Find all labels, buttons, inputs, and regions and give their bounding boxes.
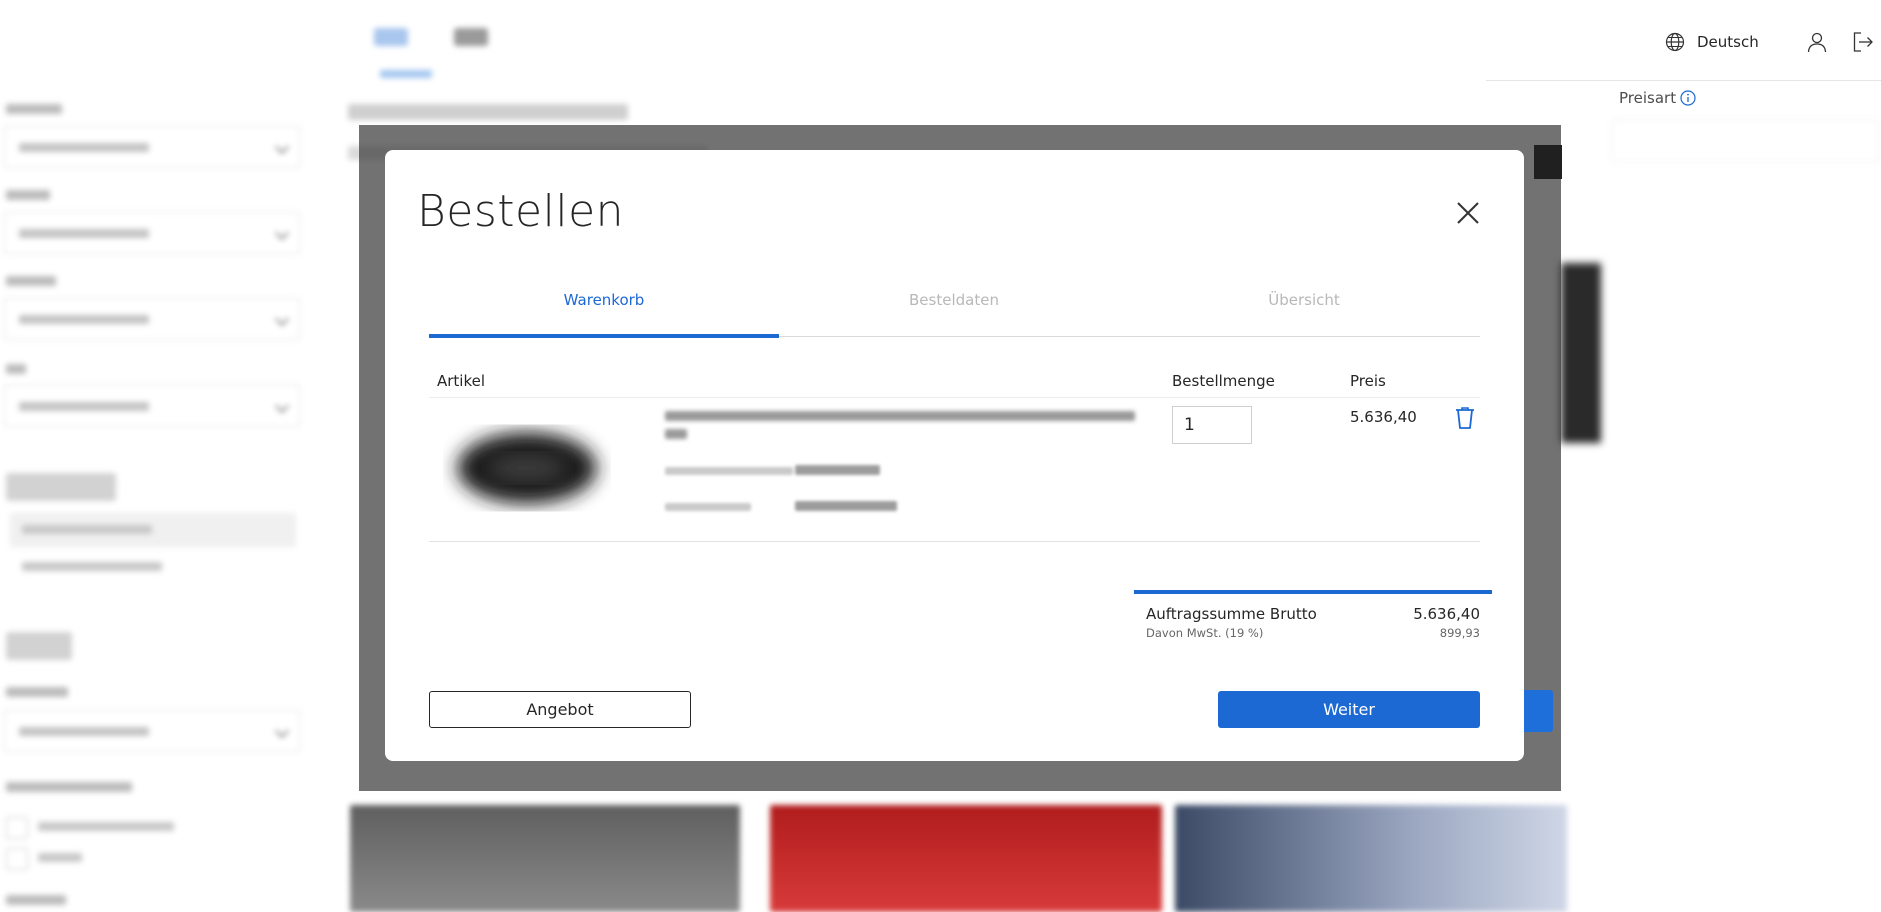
logout-icon[interactable] (1852, 31, 1874, 53)
step-cart[interactable]: Warenkorb (429, 291, 779, 309)
top-tab-2[interactable] (454, 28, 488, 46)
top-tab-indicator (380, 70, 432, 78)
filter-checkbox[interactable] (6, 848, 28, 870)
checkbox-label (38, 822, 174, 831)
offer-button[interactable]: Angebot (429, 691, 691, 728)
column-header-article: Artikel (437, 372, 486, 390)
step-overview[interactable]: Übersicht (1129, 291, 1479, 309)
availability-value (795, 501, 897, 511)
filter-label (6, 687, 68, 697)
top-navigation (0, 0, 1881, 78)
sidebar-item[interactable] (22, 562, 162, 571)
user-icon[interactable] (1806, 31, 1828, 53)
close-icon[interactable] (1451, 196, 1485, 230)
checkbox-label (38, 853, 82, 862)
filter-select[interactable] (4, 298, 300, 340)
step-order-data[interactable]: Besteldaten (779, 291, 1129, 309)
globe-icon (1665, 32, 1685, 52)
filter-checkbox[interactable] (6, 817, 28, 839)
header-divider (1486, 80, 1881, 81)
sidebar-item[interactable] (22, 525, 152, 534)
availability-label (665, 503, 751, 511)
price-type: Preisart (1619, 89, 1696, 107)
summary-accent-bar (1134, 590, 1492, 594)
filter-label (6, 190, 50, 200)
next-button[interactable]: Weiter (1218, 691, 1480, 728)
stepper-active-indicator (429, 334, 779, 338)
language-selector[interactable]: Deutsch (1665, 32, 1759, 52)
column-header-price: Preis (1350, 372, 1386, 390)
background-blue-button (1521, 690, 1553, 732)
vat-value: 899,93 (1439, 626, 1480, 640)
background-dark-panel (1561, 263, 1601, 443)
price-type-select[interactable] (1612, 120, 1879, 162)
filter-label (6, 895, 66, 905)
product-tile-image[interactable] (1175, 805, 1567, 912)
table-header-divider (429, 397, 1480, 398)
filter-label (6, 782, 132, 792)
content-title (348, 104, 628, 120)
filter-select[interactable] (4, 385, 300, 427)
filter-select[interactable] (4, 710, 300, 752)
product-tile-image[interactable] (770, 805, 1162, 912)
total-label: Auftragssumme Brutto (1146, 605, 1317, 623)
filter-select[interactable] (4, 126, 300, 168)
vat-label: Davon MwSt. (19 %) (1146, 626, 1264, 640)
filter-label (6, 104, 62, 114)
sidebar-heading (6, 632, 72, 660)
filter-label (6, 364, 26, 374)
dialog-title: Bestellen (417, 186, 625, 237)
total-value: 5.636,40 (1413, 605, 1480, 623)
price-type-label: Preisart (1619, 89, 1677, 107)
column-header-quantity: Bestellmenge (1172, 372, 1275, 390)
article-number-value (795, 465, 880, 475)
quantity-input[interactable] (1172, 406, 1252, 444)
trash-icon[interactable] (1454, 406, 1476, 430)
item-price: 5.636,40 (1350, 408, 1417, 426)
language-label: Deutsch (1697, 33, 1759, 51)
order-dialog: Bestellen Warenkorb Besteldaten Übersich… (385, 150, 1524, 761)
row-divider (429, 541, 1480, 542)
background-dark-tile (1534, 145, 1562, 179)
article-number-label (665, 467, 793, 475)
filter-select[interactable] (4, 212, 300, 254)
product-image (457, 432, 597, 504)
product-name-redacted (665, 411, 1135, 447)
filter-label (6, 276, 56, 286)
info-icon[interactable] (1680, 90, 1696, 106)
sidebar-heading (6, 473, 116, 501)
filter-sidebar (0, 80, 310, 912)
top-tab-1[interactable] (374, 28, 408, 46)
product-tile-image[interactable] (350, 805, 740, 912)
